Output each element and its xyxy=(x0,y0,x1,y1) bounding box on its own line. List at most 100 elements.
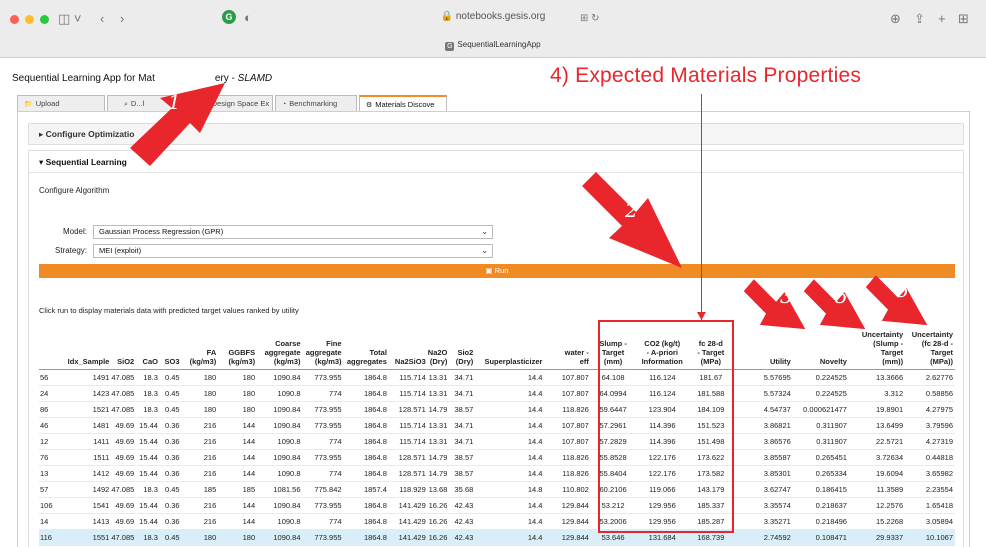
column-header[interactable]: Fine aggregate (kg/m3) xyxy=(302,329,344,370)
table-cell: 14.8 xyxy=(475,481,545,498)
table-row[interactable]: 46 1481 49.69 15.44 0.36 216 144 1090.84 773.955… xyxy=(39,417,955,434)
column-header-line: (Dry) xyxy=(455,356,474,366)
table-cell: 0.45 xyxy=(159,481,182,498)
tab-upload[interactable]: 📁 Upload xyxy=(17,95,105,111)
table-cell xyxy=(734,417,748,434)
column-header[interactable]: FA (kg/m3) xyxy=(181,329,219,370)
table-cell: 3.85301 xyxy=(747,465,793,482)
address-bar[interactable]: 🔒 notebooks.gesis.org xyxy=(0,11,986,22)
table-cell: 1864.8 xyxy=(343,529,389,546)
table-cell: 1864.8 xyxy=(343,369,389,386)
column-header[interactable]: Coarse aggregate (kg/m3) xyxy=(257,329,303,370)
share-icon[interactable]: ⇪ xyxy=(914,9,925,29)
table-cell: 18.3 xyxy=(136,481,160,498)
tab-benchmarking[interactable]: ◔ Benchmarking xyxy=(275,95,357,111)
annotation-number-3: 3 xyxy=(780,284,793,308)
table-cell: 0.186415 xyxy=(792,481,849,498)
column-header[interactable]: SiO2 xyxy=(111,329,137,370)
table-cell: 1090.84 xyxy=(257,497,303,514)
table-cell: 49.69 xyxy=(111,497,137,514)
table-cell: 13.31 xyxy=(427,385,450,402)
table-cell: 3.312 xyxy=(848,385,906,402)
table-cell: 0.265451 xyxy=(792,449,849,466)
column-header-line: (kg/m3) xyxy=(273,356,301,366)
table-cell: 774 xyxy=(302,433,344,450)
column-header-line: Total xyxy=(369,347,387,357)
table-cell: 0.36 xyxy=(159,417,182,434)
column-header[interactable]: CaO xyxy=(136,329,160,370)
table-cell: 107.807 xyxy=(544,433,591,450)
tab-overview-icon[interactable]: ⊞ xyxy=(958,9,969,29)
tab-materials-discovery[interactable]: ⚙ Materials Discove xyxy=(359,95,447,111)
table-cell: 1090.8 xyxy=(257,385,303,402)
column-header[interactable]: Uncertainty (fc 28-d - Target (MPa)) xyxy=(905,329,955,370)
table-cell: 180 xyxy=(218,385,258,402)
table-row[interactable]: 14 1413 49.69 15.44 0.36 216 144 1090.8 774 1864.… xyxy=(39,513,955,530)
table-cell: 1864.8 xyxy=(343,497,389,514)
table-cell xyxy=(734,369,748,386)
table-cell: 13.31 xyxy=(427,417,450,434)
table-cell: 118.929 xyxy=(388,481,428,498)
column-header[interactable]: Na2O (Dry) xyxy=(427,329,450,370)
strategy-select[interactable]: MEI (exploit) ⌄ xyxy=(93,244,493,258)
table-row[interactable]: 116 1551 47.085 18.3 0.45 180 180 1090.84 773.95… xyxy=(39,529,955,546)
table-cell: 144 xyxy=(218,417,258,434)
table-cell: 0.265334 xyxy=(792,465,849,482)
browser-tab[interactable]: G SequentialLearningApp xyxy=(0,40,986,51)
table-cell: 14 xyxy=(39,513,65,530)
table-cell: 4.54737 xyxy=(747,401,793,418)
column-header[interactable]: Na2SiO3 xyxy=(388,329,428,370)
new-tab-icon[interactable]: + xyxy=(938,9,946,29)
column-header[interactable]: Superplasticizer xyxy=(475,329,545,370)
column-header-line: eff xyxy=(579,356,589,366)
column-header-line: (kg/m3) xyxy=(314,356,342,366)
table-cell: 14.4 xyxy=(475,385,545,402)
table-cell: 14.4 xyxy=(475,433,545,450)
column-header[interactable]: Total aggregates xyxy=(343,329,389,370)
column-header[interactable]: Idx_Sample xyxy=(64,329,112,370)
table-cell: 773.955 xyxy=(302,449,344,466)
translate-icon[interactable]: ⊞ ↻ xyxy=(580,9,600,29)
table-cell: 1090.84 xyxy=(257,417,303,434)
model-select[interactable]: Gaussian Process Regression (GPR) ⌄ xyxy=(93,225,493,239)
table-cell: 1864.8 xyxy=(343,449,389,466)
table-cell: 15.44 xyxy=(136,417,160,434)
run-button[interactable]: ▣ Run xyxy=(39,264,955,278)
column-header[interactable]: water - eff xyxy=(544,329,591,370)
table-cell: 185 xyxy=(181,481,219,498)
column-header[interactable]: SO3 xyxy=(159,329,182,370)
column-header[interactable]: Sio2 (Dry) xyxy=(449,329,476,370)
table-row[interactable]: 56 1491 47.085 18.3 0.45 180 180 1090.84 773.955… xyxy=(39,369,955,386)
download-icon[interactable]: ⊕ xyxy=(890,9,901,29)
table-cell: 1090.84 xyxy=(257,401,303,418)
table-cell: 144 xyxy=(218,449,258,466)
table-cell: 12 xyxy=(39,433,65,450)
table-row[interactable]: 86 1521 47.085 18.3 0.45 180 180 1090.84 773.955… xyxy=(39,401,955,418)
table-cell: 0.36 xyxy=(159,449,182,466)
tab-label: Upload xyxy=(35,99,60,108)
table-row[interactable]: 24 1423 47.085 18.3 0.45 180 180 1090.8 774 1864.… xyxy=(39,385,955,402)
table-cell: 0.45 xyxy=(159,401,182,418)
table-cell: 774 xyxy=(302,385,344,402)
table-cell: 13.31 xyxy=(427,433,450,450)
table-cell: 11.3589 xyxy=(848,481,906,498)
table-row[interactable]: 106 1541 49.69 15.44 0.36 216 144 1090.84 773.95… xyxy=(39,497,955,514)
table-cell: 115.714 xyxy=(388,417,428,434)
table-cell: 1541 xyxy=(64,497,112,514)
strategy-label: Strategy: xyxy=(54,246,87,255)
table-cell: 1864.8 xyxy=(343,433,389,450)
column-header-line: Idx_Sample xyxy=(67,356,110,366)
url-text[interactable]: notebooks.gesis.org xyxy=(456,11,546,22)
table-cell: 86 xyxy=(39,401,65,418)
table-row[interactable]: 12 1411 49.69 15.44 0.36 216 144 1090.8 774 1864.… xyxy=(39,433,955,450)
table-row[interactable]: 13 1412 49.69 15.44 0.36 216 144 1090.8 774 1864.… xyxy=(39,465,955,482)
table-cell: 144 xyxy=(218,497,258,514)
table-row[interactable]: 76 1511 49.69 15.44 0.36 216 144 1090.84 773.955… xyxy=(39,449,955,466)
results-hint: Click run to display materials data with… xyxy=(39,306,299,315)
table-cell: 129.844 xyxy=(544,497,591,514)
table-cell: 18.3 xyxy=(136,385,160,402)
table-row[interactable]: 57 1492 47.085 18.3 0.45 185 185 1081.56 775.842… xyxy=(39,481,955,498)
column-header[interactable]: GGBFS (kg/m3) xyxy=(218,329,258,370)
table-cell: 180 xyxy=(218,401,258,418)
table-cell: 0.36 xyxy=(159,465,182,482)
